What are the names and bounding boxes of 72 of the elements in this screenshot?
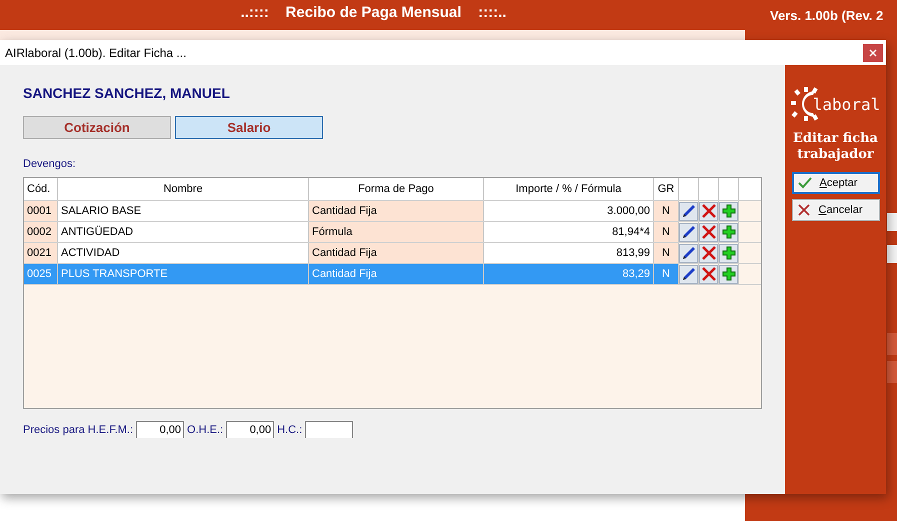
edit-button[interactable] — [679, 264, 698, 284]
input-field[interactable] — [305, 421, 354, 438]
close-icon — [869, 48, 877, 56]
table-cell: 813,99 — [484, 243, 654, 263]
pencil-icon — [680, 203, 696, 219]
input-field[interactable]: 0,00 — [136, 421, 184, 438]
tab[interactable]: Cotización — [23, 116, 171, 139]
table-cell: 0002 — [24, 222, 58, 242]
table-cell: 83,29 — [484, 264, 654, 284]
accept-button[interactable]: Aceptar — [792, 172, 880, 194]
edit-button[interactable] — [679, 222, 698, 242]
close-button[interactable] — [863, 44, 883, 62]
delete-button[interactable] — [699, 244, 718, 262]
employee-name: SANCHEZ SANCHEZ, MANUEL — [23, 85, 231, 101]
delete-button[interactable] — [699, 202, 718, 220]
table-cell: PLUS TRANSPORTE — [58, 264, 309, 284]
table-cell: 0021 — [24, 243, 58, 263]
plus-icon — [722, 204, 736, 218]
background-bar — [887, 333, 897, 355]
table-cell: 0025 — [24, 264, 58, 284]
version-label: Vers. 1.00b (Rev. 2 — [770, 8, 884, 23]
add-button[interactable] — [719, 222, 738, 242]
plus-icon — [722, 267, 736, 281]
pencil-icon — [680, 266, 696, 282]
delete-button[interactable] — [699, 264, 718, 284]
table-cell: Cantidad Fija — [309, 201, 484, 221]
background-field — [887, 213, 897, 231]
add-button[interactable] — [719, 264, 738, 284]
table-cell: SALARIO BASE — [58, 201, 309, 221]
background-bar — [887, 361, 897, 383]
background-field — [887, 245, 897, 263]
table-cell: N — [654, 201, 679, 221]
table-cell: Cantidad Fija — [309, 264, 484, 284]
cross-icon — [700, 203, 716, 219]
table-cell: Fórmula — [309, 222, 484, 242]
cross-icon — [700, 224, 716, 240]
plus-icon — [722, 246, 736, 260]
cross-icon — [700, 245, 716, 261]
edit-button[interactable] — [679, 244, 698, 262]
edit-button[interactable] — [679, 202, 698, 220]
table-cell: 0001 — [24, 201, 58, 221]
field-label: O.H.E.: — [187, 424, 224, 436]
input-field[interactable]: 0,00 — [226, 421, 274, 438]
table-row[interactable]: 0001 SALARIO BASE Cantidad Fija 3.000,00 N — [24, 201, 761, 222]
cross-icon — [700, 266, 716, 282]
window-title: AIRlaboral (1.00b). Editar Ficha ... — [5, 46, 186, 60]
table-cell: 81,94*4 — [484, 222, 654, 242]
cross-icon — [796, 203, 810, 218]
table-cell: Cantidad Fija — [309, 243, 484, 263]
table-cell: 3.000,00 — [484, 201, 654, 221]
table-row[interactable]: 0002 ANTIGÜEDAD Fórmula 81,94*4 N — [24, 222, 761, 243]
section-label: Devengos: — [23, 158, 77, 170]
table-cell: ACTIVIDAD — [58, 243, 309, 263]
panel-heading: Editar ficha trabajador — [792, 131, 879, 162]
tab[interactable]: Salario — [175, 116, 323, 139]
table-cell: N — [654, 222, 679, 242]
add-button[interactable] — [719, 244, 738, 262]
cancel-button[interactable]: Cancelar — [792, 199, 880, 222]
pencil-icon — [680, 245, 696, 261]
prices-label: Precios para H.E.F.M.: — [23, 424, 134, 436]
add-button[interactable] — [719, 202, 738, 220]
app-title: ..:::: Recibo de Paga Mensual ::::.. — [240, 4, 506, 23]
table-cell: ANTIGÜEDAD — [58, 222, 309, 242]
check-icon — [798, 177, 812, 190]
plus-icon — [722, 225, 736, 239]
table-cell: N — [654, 264, 679, 284]
logo-text: laboral — [812, 94, 880, 114]
delete-button[interactable] — [699, 222, 718, 242]
table-cell: N — [654, 243, 679, 263]
table-row[interactable]: 0021 ACTIVIDAD Cantidad Fija 813,99 N — [24, 243, 761, 264]
field-label: H.C.: — [277, 424, 302, 436]
pencil-icon — [680, 224, 696, 240]
